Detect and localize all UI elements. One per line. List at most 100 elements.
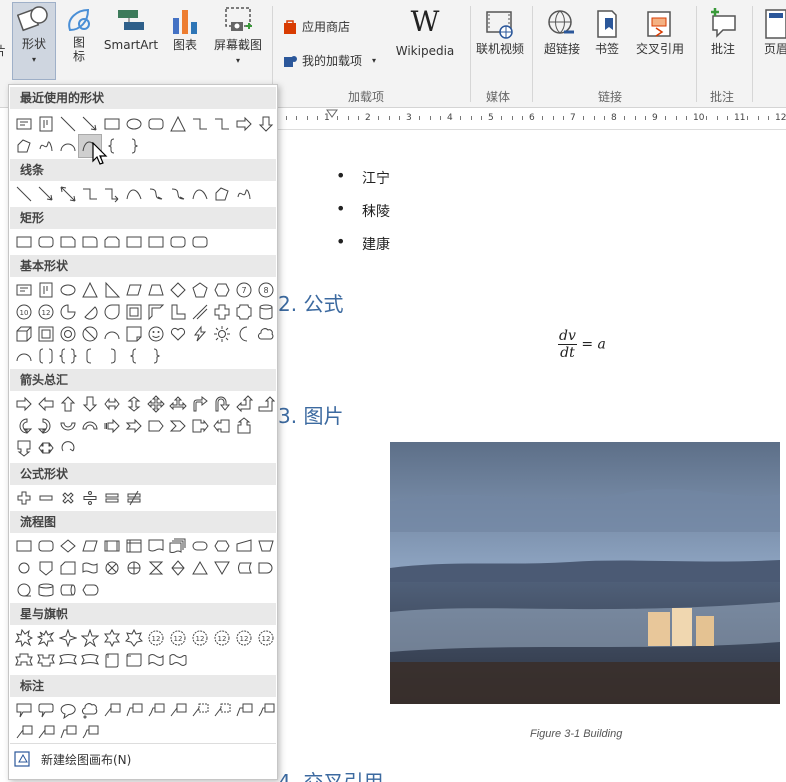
wikipedia-button[interactable]: W Wikipedia: [392, 6, 458, 59]
shape-line-icon[interactable]: [57, 113, 79, 135]
shape-starN-icon[interactable]: 12: [211, 627, 233, 649]
comment-button[interactable]: 批注: [702, 8, 744, 57]
new-drawing-canvas-item[interactable]: 新建绘图画布(N): [13, 749, 131, 769]
shape-predefined-icon[interactable]: [101, 535, 123, 557]
shape-sort-icon[interactable]: [167, 557, 189, 579]
shape-calloutU-icon[interactable]: [233, 415, 255, 437]
shape-parallelogram-icon[interactable]: [123, 279, 145, 301]
shape-arrowL-icon[interactable]: [35, 393, 57, 415]
shape-freeform-icon[interactable]: [211, 183, 233, 205]
shape-heart-icon[interactable]: [167, 323, 189, 345]
shape-arrowUD-icon[interactable]: [123, 393, 145, 415]
shape-magdisk-icon[interactable]: [35, 579, 57, 601]
shape-dwave-icon[interactable]: [167, 649, 189, 671]
shape-chevron-icon[interactable]: [167, 415, 189, 437]
chart-button[interactable]: 图表: [168, 4, 202, 53]
shape-elbow-icon[interactable]: [189, 113, 211, 135]
shape-stored-icon[interactable]: [233, 557, 255, 579]
shape-can-icon[interactable]: [255, 301, 277, 323]
shape-extract-icon[interactable]: [189, 557, 211, 579]
shape-starN-icon[interactable]: 12: [255, 627, 277, 649]
shape-octagon-icon[interactable]: 8: [255, 279, 277, 301]
shape-or-icon[interactable]: [123, 557, 145, 579]
screenshot-button[interactable]: 屏幕截图 ▾: [208, 4, 268, 68]
shape-summing-icon[interactable]: [101, 557, 123, 579]
shape-rtriangle-icon[interactable]: [101, 279, 123, 301]
shape-starN-icon[interactable]: 12: [189, 627, 211, 649]
shape-cloud-icon[interactable]: [255, 323, 277, 345]
shape-snip-icon[interactable]: [57, 231, 79, 253]
shape-teardrop-icon[interactable]: [101, 301, 123, 323]
shape-rect-icon[interactable]: [145, 231, 167, 253]
shape-star5-icon[interactable]: [79, 627, 101, 649]
shape-ribbonD-icon[interactable]: [35, 649, 57, 671]
shape-curve-icon[interactable]: [123, 183, 145, 205]
shape-halfframe-icon[interactable]: [145, 301, 167, 323]
shape-diagstripe-icon[interactable]: [189, 301, 211, 323]
shape-rrect-icon[interactable]: [167, 231, 189, 253]
heading-formula[interactable]: 2. 公式: [278, 288, 343, 317]
shape-snip2-icon[interactable]: [101, 231, 123, 253]
list-item[interactable]: 江宁: [336, 166, 390, 188]
shape-star6-icon[interactable]: [101, 627, 123, 649]
list-item[interactable]: 秣陵: [336, 199, 390, 221]
shape-lineCall2-icon[interactable]: [57, 721, 79, 743]
shape-rrect-icon[interactable]: [145, 113, 167, 135]
shape-donut-icon[interactable]: [57, 323, 79, 345]
shape-directaccess-icon[interactable]: [57, 579, 79, 601]
shape-uturn-icon[interactable]: [211, 393, 233, 415]
building-photo[interactable]: [390, 442, 780, 704]
shape-lightning-icon[interactable]: [189, 323, 211, 345]
shape-process-icon[interactable]: [13, 535, 35, 557]
shape-delay-icon[interactable]: [255, 557, 277, 579]
shape-elbow-icon[interactable]: [79, 183, 101, 205]
shape-data-icon[interactable]: [79, 535, 101, 557]
shape-terminator-icon[interactable]: [189, 535, 211, 557]
shape-curvR-icon[interactable]: [13, 415, 35, 437]
shape-curvL-icon[interactable]: [35, 415, 57, 437]
shape-frame-icon[interactable]: [123, 301, 145, 323]
hyperlink-button[interactable]: 超链接: [538, 8, 586, 57]
shape-oval-icon[interactable]: [123, 113, 145, 135]
app-store-button[interactable]: 应用商店: [282, 18, 350, 35]
shape-triangle-icon[interactable]: [79, 279, 101, 301]
shape-callCloud-icon[interactable]: [79, 699, 101, 721]
formula[interactable]: dv dt = a: [558, 328, 606, 361]
shape-explosion2-icon[interactable]: [35, 627, 57, 649]
shape-calloutD-icon[interactable]: [13, 437, 35, 459]
shape-arrowU-icon[interactable]: [57, 393, 79, 415]
shape-scrollH-icon[interactable]: [123, 649, 145, 671]
heading-crossref[interactable]: 4. 交叉引用: [278, 766, 383, 782]
shape-multidoc-icon[interactable]: [167, 535, 189, 557]
shape-star7-icon[interactable]: [123, 627, 145, 649]
shape-arrowD-icon[interactable]: [79, 393, 101, 415]
icons-button[interactable]: 图标: [60, 4, 96, 64]
shape-divide-icon[interactable]: [79, 487, 101, 509]
shape-lshape-icon[interactable]: [167, 301, 189, 323]
shape-homeplate-icon[interactable]: [145, 415, 167, 437]
shape-freeform-icon[interactable]: [13, 135, 35, 157]
shape-callRRect-icon[interactable]: [35, 699, 57, 721]
shape-equal-icon[interactable]: [101, 487, 123, 509]
shape-arc-icon[interactable]: [13, 345, 35, 367]
smartart-button[interactable]: SmartArt: [102, 4, 160, 53]
shape-cross-icon[interactable]: [211, 301, 233, 323]
shape-smiley-icon[interactable]: [145, 323, 167, 345]
shape-arrowLR-icon[interactable]: [101, 393, 123, 415]
shape-dec-icon[interactable]: 10: [13, 301, 35, 323]
horizontal-ruler[interactable]: 1 2 3 4 5 6 7 8 9 10 11 12: [278, 108, 786, 130]
shape-leftup-icon[interactable]: [233, 393, 255, 415]
shape-notequal-icon[interactable]: [123, 487, 145, 509]
shape-line-icon[interactable]: [13, 183, 35, 205]
shape-merge-icon[interactable]: [211, 557, 233, 579]
shape-arrow4-icon[interactable]: [145, 393, 167, 415]
shape-scribble-icon[interactable]: [233, 183, 255, 205]
shape-rbrace-icon[interactable]: [145, 345, 167, 367]
shape-lineCall4-icon[interactable]: [167, 699, 189, 721]
crossref-button[interactable]: 交叉引用: [628, 8, 692, 57]
shape-dodec-icon[interactable]: 12: [35, 301, 57, 323]
shape-calloutR-icon[interactable]: [189, 415, 211, 437]
shape-bentarrow-icon[interactable]: [189, 393, 211, 415]
shape-rect-icon[interactable]: [101, 113, 123, 135]
shape-notched-icon[interactable]: [123, 415, 145, 437]
